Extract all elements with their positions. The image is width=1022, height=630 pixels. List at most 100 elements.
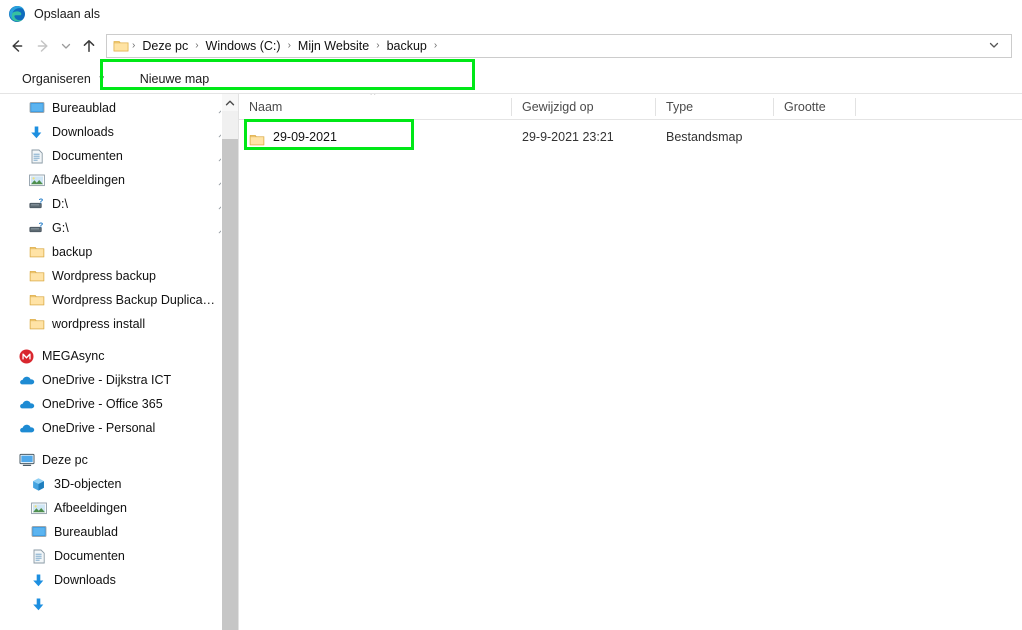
address-dropdown-button[interactable] bbox=[983, 35, 1005, 57]
sidebar-item-label: 3D-objecten bbox=[54, 477, 122, 491]
breadcrumb-item-windows-c[interactable]: Windows (C:) bbox=[200, 35, 287, 57]
folder-icon bbox=[28, 292, 45, 309]
file-type-cell: Bestandsmap bbox=[666, 130, 743, 144]
address-bar[interactable]: › Deze pc › Windows (C:) › Mijn Website … bbox=[106, 34, 1012, 58]
sidebar-item-afbeeldingen[interactable]: Afbeeldingen bbox=[0, 168, 238, 192]
sidebar-item-onedrive-office-365[interactable]: OneDrive - Office 365 bbox=[0, 392, 238, 416]
column-header-grootte[interactable]: Grootte bbox=[774, 94, 856, 120]
sidebar-item-wordpress-backup[interactable]: Wordpress backup bbox=[0, 264, 238, 288]
sidebar-item-label: wordpress install bbox=[52, 317, 146, 331]
navigation-sidebar[interactable]: Bureaublad Downloads Documenten Afbeeldi… bbox=[0, 94, 238, 630]
onedrive-icon bbox=[18, 420, 35, 437]
sort-ascending-icon: ˄ bbox=[370, 94, 376, 99]
navigation-bar: › Deze pc › Windows (C:) › Mijn Website … bbox=[0, 28, 1022, 90]
sidebar-item-backup[interactable]: backup bbox=[0, 240, 238, 264]
download-icon bbox=[30, 596, 47, 613]
sidebar-item-label: Wordpress Backup Duplicator bbox=[52, 293, 216, 307]
pictures-icon bbox=[30, 500, 47, 517]
organize-label: Organiseren bbox=[22, 71, 91, 86]
sidebar-item-drive-g[interactable]: ? G:\ bbox=[0, 216, 238, 240]
svg-text:?: ? bbox=[38, 197, 43, 206]
edge-browser-icon bbox=[8, 5, 26, 23]
onedrive-icon bbox=[18, 372, 35, 389]
dialog-body: Bureaublad Downloads Documenten Afbeeldi… bbox=[0, 94, 1022, 630]
sidebar-item-bureaublad[interactable]: Bureaublad bbox=[0, 96, 238, 120]
scrollbar-thumb[interactable] bbox=[222, 139, 238, 630]
file-list-pane[interactable]: Naam ˄ Gewijzigd op Type Grootte bbox=[239, 94, 1022, 630]
sidebar-item-onedrive-dijkstra-ict[interactable]: OneDrive - Dijkstra ICT bbox=[0, 368, 238, 392]
table-row[interactable]: 29-09-2021 29-9-2021 23:21 Bestandsmap bbox=[239, 124, 1022, 150]
file-list-column-header: Naam ˄ Gewijzigd op Type Grootte bbox=[239, 94, 1022, 120]
sidebar-item-downloads[interactable]: Downloads bbox=[0, 120, 238, 144]
this-pc-icon bbox=[18, 452, 35, 469]
column-header-naam[interactable]: Naam ˄ bbox=[239, 94, 512, 120]
sidebar-item-wordpress-install[interactable]: wordpress install bbox=[0, 312, 238, 336]
desktop-icon bbox=[30, 524, 47, 541]
sidebar-item-label: Afbeeldingen bbox=[52, 173, 125, 187]
mega-icon bbox=[18, 348, 35, 365]
folder-icon bbox=[28, 268, 45, 285]
arrow-left-icon bbox=[9, 38, 25, 54]
sidebar-list: Bureaublad Downloads Documenten Afbeeldi… bbox=[0, 94, 238, 616]
sidebar-item-label: Deze pc bbox=[42, 453, 88, 467]
sidebar-item-label: Afbeeldingen bbox=[54, 501, 127, 515]
sidebar-item-drive-d[interactable]: ? D:\ bbox=[0, 192, 238, 216]
back-button[interactable] bbox=[4, 33, 30, 59]
breadcrumb-item-backup[interactable]: backup bbox=[381, 35, 433, 57]
window-title: Opslaan als bbox=[34, 7, 101, 21]
recent-locations-button[interactable] bbox=[56, 33, 76, 59]
sidebar-item-pc-bureaublad[interactable]: Bureaublad bbox=[0, 520, 238, 544]
sidebar-item-megasync[interactable]: MEGAsync bbox=[0, 344, 238, 368]
breadcrumb-item-mijn-website[interactable]: Mijn Website bbox=[292, 35, 375, 57]
chevron-up-icon bbox=[225, 96, 235, 110]
sidebar-item-pc-afbeeldingen[interactable]: Afbeeldingen bbox=[0, 496, 238, 520]
sidebar-item-deze-pc[interactable]: Deze pc bbox=[0, 448, 238, 472]
document-icon bbox=[28, 148, 45, 165]
forward-button[interactable] bbox=[30, 33, 56, 59]
sidebar-item-label: Wordpress backup bbox=[52, 269, 156, 283]
column-header-label: Gewijzigd op bbox=[522, 99, 594, 114]
sidebar-scrollbar[interactable] bbox=[221, 94, 238, 630]
window-titlebar: Opslaan als bbox=[0, 0, 1022, 28]
column-header-type[interactable]: Type bbox=[656, 94, 774, 120]
sidebar-item-pc-downloads[interactable]: Downloads bbox=[0, 568, 238, 592]
sidebar-item-label: Downloads bbox=[52, 125, 114, 139]
organize-button[interactable]: Organiseren ▼ bbox=[14, 67, 114, 91]
sidebar-item-documenten[interactable]: Documenten bbox=[0, 144, 238, 168]
column-header-label: Naam bbox=[249, 99, 283, 114]
sidebar-item-pc-documenten[interactable]: Documenten bbox=[0, 544, 238, 568]
document-icon bbox=[30, 548, 47, 565]
new-folder-label: Nieuwe map bbox=[139, 71, 210, 86]
sidebar-item-label: Bureaublad bbox=[52, 101, 116, 115]
file-modified-cell: 29-9-2021 23:21 bbox=[522, 130, 614, 144]
new-folder-button[interactable]: Nieuwe map bbox=[132, 67, 217, 91]
folder-icon bbox=[28, 316, 45, 333]
command-bar: Organiseren ▼ Nieuwe map bbox=[0, 64, 1022, 94]
sidebar-item-label: OneDrive - Dijkstra ICT bbox=[42, 373, 172, 387]
column-header-gewijzigd-op[interactable]: Gewijzigd op bbox=[512, 94, 656, 120]
sidebar-item-partial-cutoff[interactable] bbox=[0, 592, 238, 616]
address-bar-wrapper: › Deze pc › Windows (C:) › Mijn Website … bbox=[106, 34, 1012, 58]
folder-icon bbox=[113, 39, 129, 53]
folder-icon bbox=[28, 244, 45, 261]
sidebar-item-3d-objecten[interactable]: 3D-objecten bbox=[0, 472, 238, 496]
sidebar-item-label: Documenten bbox=[52, 149, 123, 163]
drive-unknown-icon: ? bbox=[28, 220, 45, 237]
sidebar-item-label: MEGAsync bbox=[42, 349, 105, 363]
pictures-icon bbox=[28, 172, 45, 189]
up-one-level-button[interactable] bbox=[76, 33, 102, 59]
sidebar-item-wordpress-backup-duplicator[interactable]: Wordpress Backup Duplicator bbox=[0, 288, 238, 312]
cube-icon bbox=[30, 476, 47, 493]
breadcrumb-item-deze-pc[interactable]: Deze pc bbox=[136, 35, 194, 57]
file-name-label: 29-09-2021 bbox=[273, 130, 337, 144]
svg-text:?: ? bbox=[38, 221, 43, 230]
file-name-cell[interactable]: 29-09-2021 bbox=[239, 124, 512, 150]
file-size-cell bbox=[774, 124, 856, 150]
scrollbar-up-button[interactable] bbox=[222, 94, 238, 111]
sidebar-item-label: Documenten bbox=[54, 549, 125, 563]
sidebar-item-onedrive-personal[interactable]: OneDrive - Personal bbox=[0, 416, 238, 440]
chevron-down-icon: ▼ bbox=[97, 73, 106, 83]
sidebar-item-label: OneDrive - Personal bbox=[42, 421, 156, 435]
